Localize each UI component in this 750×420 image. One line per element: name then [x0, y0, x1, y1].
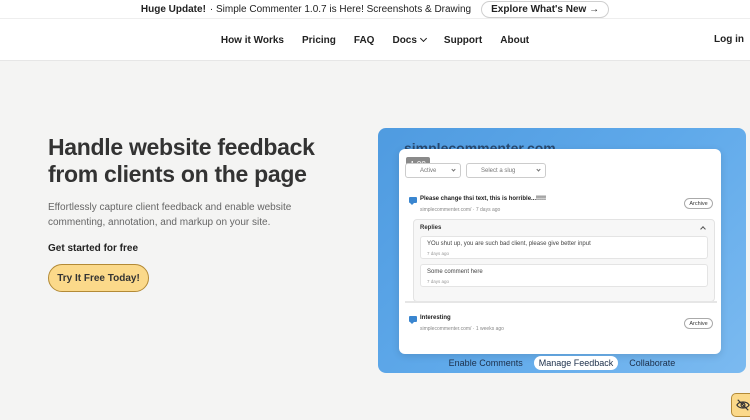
nav-pricing[interactable]: Pricing: [302, 35, 336, 46]
archive-button[interactable]: Archive: [684, 318, 713, 329]
slug-filter-placeholder: Select a slug: [481, 167, 516, 174]
status-filter-select[interactable]: Active: [405, 163, 461, 178]
replies-section: Replies YOu shut up, you are such bad cl…: [413, 219, 715, 302]
nav-faq[interactable]: FAQ: [354, 35, 375, 46]
tab-enable-comments[interactable]: Enable Comments: [444, 356, 528, 370]
get-started-label: Get started for free: [48, 243, 139, 254]
chevron-down-icon: [451, 167, 456, 172]
comment-item[interactable]: Please change thsi text, this is horribl…: [405, 193, 717, 217]
hero-subtitle: Effortlessly capture client feedback and…: [48, 202, 292, 228]
reply-text: Some comment here: [427, 269, 483, 275]
reply-item: Some comment here 7 days ago: [420, 264, 708, 287]
chevron-down-icon: [536, 167, 541, 172]
nav-links: How it Works Pricing FAQ Docs Support Ab…: [0, 19, 750, 61]
chevron-down-icon: [419, 34, 427, 42]
toggle-visibility-button[interactable]: [731, 393, 750, 417]
showcase-tabs: Enable Comments Manage Feedback Collabor…: [378, 355, 746, 371]
feedback-panel: 1.00 Active Select a slug Please change …: [399, 149, 721, 354]
announcement-strong: Huge Update!: [140, 3, 206, 15]
login-link[interactable]: Log in: [714, 34, 744, 45]
announcement-bar: Huge Update! · Simple Commenter 1.0.7 is…: [0, 0, 750, 18]
comment-text: Interesting: [420, 315, 451, 321]
explore-whats-new-button[interactable]: Explore What's New →: [481, 0, 610, 18]
tab-manage-feedback[interactable]: Manage Feedback: [533, 356, 619, 370]
nav-about[interactable]: About: [500, 35, 529, 46]
comment-meta: simplecommenter.com/ · 7 days ago: [420, 207, 501, 213]
nav-docs[interactable]: Docs: [392, 34, 427, 46]
divider: [405, 301, 717, 303]
eye-off-icon: [736, 399, 750, 411]
comment-item[interactable]: Interesting simplecommenter.com/ · 1 wee…: [405, 312, 717, 336]
reply-meta: 7 days ago: [427, 251, 450, 256]
try-free-button[interactable]: Try It Free Today!: [48, 264, 149, 292]
replies-label: Replies: [420, 225, 442, 231]
announcement-message: · Simple Commenter 1.0.7 is Here! Screen…: [209, 3, 472, 15]
slug-filter-select[interactable]: Select a slug: [466, 163, 546, 178]
top-nav: How it Works Pricing FAQ Docs Support Ab…: [0, 18, 750, 61]
reply-text: YOu shut up, you are such bad client, pl…: [427, 241, 591, 247]
archive-button[interactable]: Archive: [684, 198, 713, 209]
comment-icon: [409, 197, 417, 205]
reply-item: YOu shut up, you are such bad client, pl…: [420, 236, 708, 259]
nav-support[interactable]: Support: [444, 35, 482, 46]
chevron-up-icon[interactable]: [700, 226, 706, 232]
hero-title: Handle website feedback from clients on …: [48, 134, 315, 187]
tab-collaborate[interactable]: Collaborate: [624, 356, 680, 370]
status-filter-value: Active: [420, 167, 437, 174]
comment-meta: simplecommenter.com/ · 1 weeks ago: [420, 326, 504, 332]
nav-docs-label: Docs: [392, 34, 417, 46]
nav-how-it-works[interactable]: How it Works: [221, 35, 284, 46]
reply-meta: 7 days ago: [427, 279, 450, 284]
comment-text: Please change thsi text, this is horribl…: [420, 196, 547, 202]
comment-icon: [409, 316, 417, 324]
product-showcase: simplecommenter.com 1.00 Active Select a…: [378, 128, 746, 373]
